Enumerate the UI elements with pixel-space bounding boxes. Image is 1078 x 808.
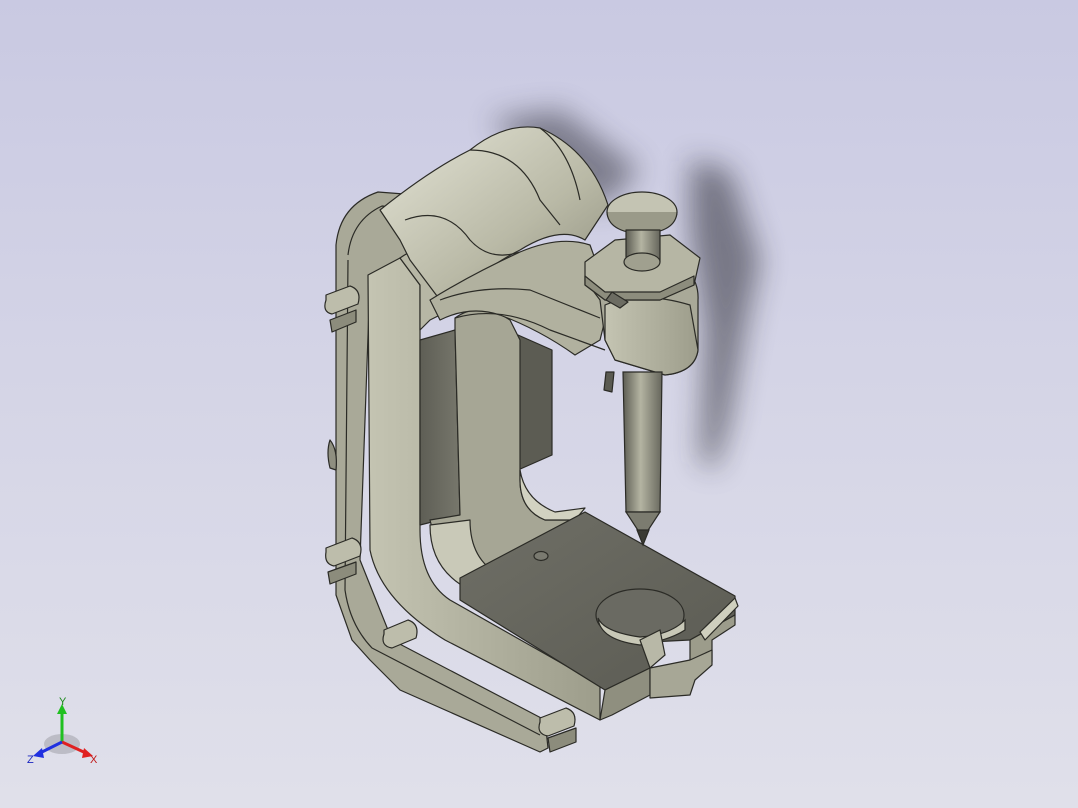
axis-triad[interactable]: Y X Z — [24, 692, 104, 772]
x-axis-label: X — [90, 754, 98, 766]
press-head — [584, 191, 701, 393]
z-axis-arrow-icon — [33, 748, 44, 758]
z-axis-label: Z — [27, 754, 34, 766]
ram-rod — [622, 371, 663, 547]
y-axis-label: Y — [59, 696, 67, 708]
cad-viewport[interactable]: Y X Z — [0, 0, 1078, 808]
arbor-press-model[interactable] — [0, 0, 1078, 808]
